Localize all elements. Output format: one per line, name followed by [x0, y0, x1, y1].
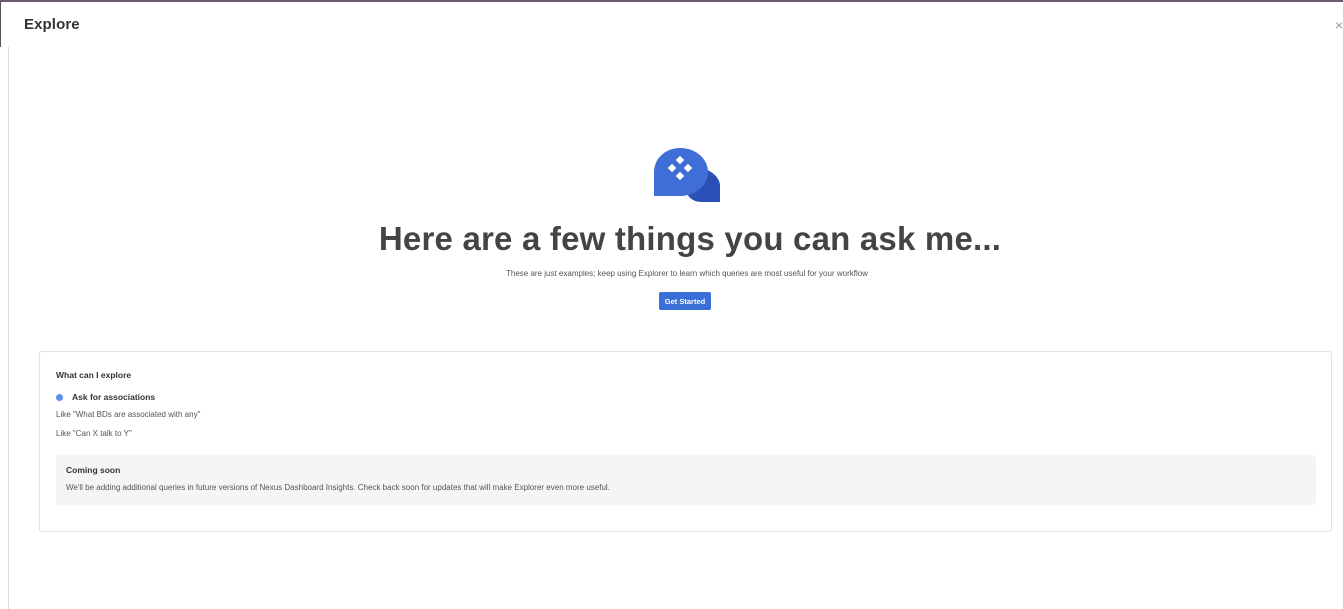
hero-title: Here are a few things you can ask me... — [378, 220, 1002, 257]
get-started-button[interactable]: Get Started — [659, 292, 711, 310]
example-query: Like "What BDs are associated with any" — [56, 410, 201, 419]
explore-panel: Explore × Here are a few things you can … — [0, 0, 1343, 609]
coming-soon-box: Coming soon We'll be adding additional q… — [56, 455, 1316, 505]
associations-section: Ask for associations — [56, 392, 155, 402]
bullet-dot-icon — [56, 393, 63, 401]
chat-bubble-front-shape — [654, 148, 708, 196]
card-title: What can I explore — [56, 370, 132, 380]
page-title: Explore — [24, 16, 80, 33]
panel-divider — [8, 47, 9, 609]
coming-soon-title: Coming soon — [66, 465, 121, 475]
associations-label: Ask for associations — [72, 392, 156, 402]
chat-diamond-icon — [654, 148, 720, 202]
hero-subtitle: These are just examples; keep using Expl… — [506, 269, 868, 278]
explore-info-card: What can I explore Ask for associations … — [39, 351, 1332, 532]
close-icon[interactable]: × — [1335, 18, 1343, 32]
panel-header: Explore × — [0, 2, 1343, 46]
coming-soon-text: We'll be adding additional queries in fu… — [66, 483, 610, 492]
example-query: Like "Can X talk to Y" — [56, 429, 132, 438]
